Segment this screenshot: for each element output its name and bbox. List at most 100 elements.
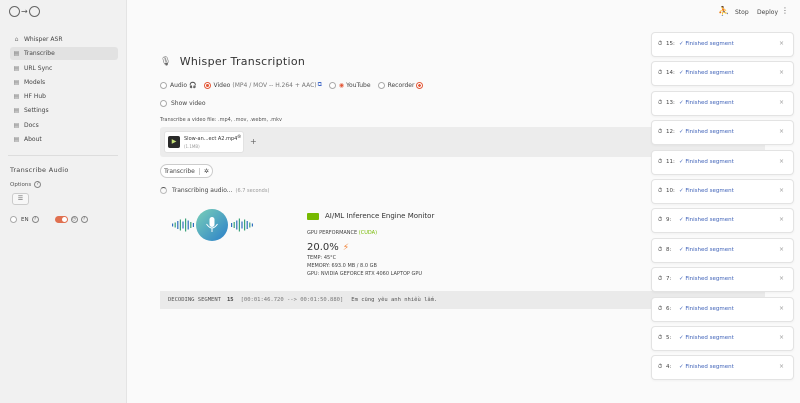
waveform-left [172,218,194,232]
mode-video-label: Video [213,81,231,89]
sidebar-item-hf-hub[interactable]: ▤ HF Hub [10,90,118,103]
mode-audio-label: Audio [170,81,188,89]
sidebar-item-docs[interactable]: ▤ Docs [10,119,118,132]
options-button[interactable]: ☰ [12,193,29,205]
transcribe-label: Transcribe [164,167,195,175]
close-icon[interactable]: × [779,305,784,312]
gpu-performance-row: GPU PERFORMANCE (CUDA) [307,230,434,236]
waveform-right [231,218,253,232]
toast-notification: ⏱ 7: ✓ Finished segment × [651,267,794,293]
sidebar-item-label: URL Sync [24,64,53,72]
lightning-icon: ⚡ [342,242,350,253]
doc-icon: ▤ [13,64,20,72]
add-file-icon[interactable]: + [250,137,257,146]
toast-notification: ⏱ 5: ✓ Finished segment × [651,325,794,351]
sidebar-item-url-sync[interactable]: ▤ URL Sync [10,62,118,75]
gpu-monitor: AI/ML Inference Engine Monitor GPU PERFO… [307,212,434,277]
sidebar-item-settings[interactable]: ▤ Settings [10,104,118,117]
decode-segment-number: 15 [226,297,234,303]
decode-timestamps: [00:01:46.720 --> 00:01:50.880] [240,297,344,303]
mode-recorder-label: Recorder [387,81,415,89]
sidebar-item-label: HF Hub [24,93,46,101]
close-icon[interactable]: × [779,99,784,106]
help-icon[interactable]: ? [34,181,42,188]
sidebar-item-models[interactable]: ▤ Models [10,76,118,89]
toast-message: ✓ Finished segment [679,187,734,194]
timer-icon: ⏱ [658,187,663,194]
close-icon[interactable]: × [779,275,784,282]
timer-icon: ⏱ [658,99,663,106]
sidebar-item-label: Docs [24,121,39,129]
toast-segment-number: 5: [666,334,672,341]
timer-icon: ⏱ [658,217,663,224]
stop-button[interactable]: Stop [735,9,749,16]
audio-visualizer [172,209,253,241]
toast-segment-number: 15: [666,41,675,47]
transcribing-status: Transcribing audio... (6.7 seconds) [160,187,269,194]
settings-gear-icon[interactable]: ✲ [204,168,209,175]
toast-segment-number: 4: [666,364,672,371]
toast-segment-number: 14: [666,70,675,77]
options-label-row: Options ? [10,181,42,188]
deploy-button[interactable]: Deploy [757,9,778,16]
mode-audio[interactable]: Audio 🎧 [160,81,197,89]
close-icon[interactable]: × [779,40,784,47]
monitor-title: AI/ML Inference Engine Monitor [325,212,435,220]
home-icon: ⌂ [14,36,19,43]
radio-youtube[interactable] [328,81,336,89]
sidebar-item-whisper-asr[interactable]: ⌂ Whisper ASR [10,33,118,46]
toast-segment-number: 10: [666,187,675,194]
close-icon[interactable]: × [779,187,784,194]
sidebar-item-about[interactable]: ▤ About [10,133,118,146]
transcribe-button[interactable]: Transcribe ✲ [160,164,213,178]
toast-segment-number: 8: [666,246,672,253]
doc-icon: ▤ [13,121,20,129]
toast-notification: ⏱ 4: ✓ Finished segment × [651,355,794,381]
app-logo: → [9,6,49,20]
doc-icon: ▤ [13,107,20,115]
sidebar-section-title: Transcribe Audio [10,166,69,174]
sidebar-item-label: Transcribe [24,50,55,58]
mode-youtube[interactable]: ◉ YouTube [328,81,371,89]
sidebar-item-label: Whisper ASR [24,36,63,43]
doc-icon: ▤ [13,50,20,58]
close-icon[interactable]: × [779,246,784,253]
help-icon[interactable]: ? [31,216,39,223]
gpu-percent: 20.0% [307,242,339,253]
toast-notification: ⏱ 13: ✓ Finished segment × [651,90,794,116]
more-menu-icon[interactable]: ⋮ [781,6,789,15]
show-video-row[interactable]: Show video [160,100,206,107]
toast-message: ✓ Finished segment [679,305,734,312]
radio-video[interactable] [203,81,211,89]
show-video-checkbox[interactable] [160,100,167,107]
close-icon[interactable]: × [779,158,784,165]
input-mode-radios: Audio 🎧 Video (MP4 / MOV -- H.264 + AAC)… [160,81,430,89]
status-time: (6.7 seconds) [235,187,270,194]
close-icon[interactable]: × [779,216,784,223]
toast-notification: ⏱ 8: ✓ Finished segment × [651,237,794,263]
lang-toggle[interactable] [54,216,68,223]
mode-recorder[interactable]: Recorder [377,81,424,89]
close-icon[interactable]: × [779,69,784,76]
sidebar-item-transcribe[interactable]: ▤ Transcribe [10,47,118,61]
toast-segment-number: 12: [666,129,675,136]
timer-icon[interactable]: ◷ [70,216,78,223]
mode-video[interactable]: Video (MP4 / MOV -- H.264 + AAC) ⧉ [203,81,322,89]
lang-radio[interactable] [10,216,17,223]
remove-file-icon[interactable]: ⊗ [237,134,241,140]
toast-message: ✓ Finished segment [679,129,734,136]
running-man-icon: ⛹ [718,7,730,17]
mic-icon [209,217,215,227]
radio-recorder[interactable] [377,81,385,89]
radio-audio[interactable] [160,81,167,89]
sidebar-item-label: Models [24,78,46,86]
close-icon[interactable]: × [779,363,784,370]
timer-icon: ⏱ [658,70,663,77]
toast-notification: ⏱ 15: ✓ Finished segment × [651,32,794,57]
toast-message: ✓ Finished segment [679,41,734,47]
close-icon[interactable]: × [779,128,784,135]
close-icon[interactable]: × [779,334,784,341]
file-name: Slow-an...ect A2.mp4 [184,136,238,142]
help-icon[interactable]: ? [80,216,88,223]
uploaded-file-card: ▶ Slow-an...ect A2.mp4 (1.1MB) ⊗ [164,131,244,153]
